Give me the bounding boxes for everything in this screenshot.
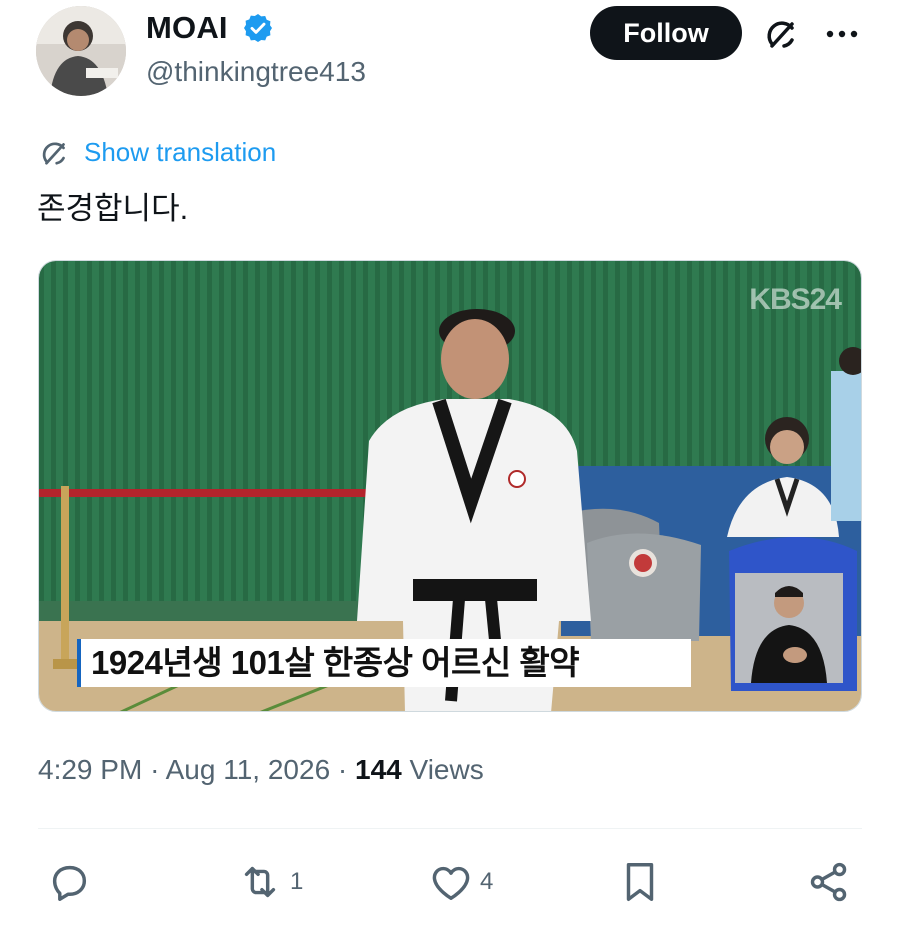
reply-button[interactable] [46, 858, 98, 906]
avatar[interactable] [36, 6, 126, 96]
like-count: 4 [480, 868, 494, 895]
display-name[interactable]: MOAI [146, 8, 228, 48]
repost-button[interactable]: 1 [236, 858, 303, 906]
reply-icon [52, 865, 87, 901]
bookmark-button[interactable] [620, 858, 660, 906]
follow-button[interactable]: Follow [590, 6, 742, 60]
heart-icon [432, 866, 470, 901]
broadcaster-logo: KBS24 [749, 283, 842, 316]
share-button[interactable] [806, 858, 852, 906]
more-icon[interactable] [822, 14, 862, 54]
show-translation-link[interactable]: Show translation [84, 134, 276, 170]
share-icon [810, 862, 847, 902]
tweet-meta: 4:29 PM · Aug 11, 2026 · 144 Views [38, 752, 484, 788]
translate-icon[interactable] [38, 136, 72, 170]
bookmark-icon [626, 863, 654, 901]
views-label: Views [409, 754, 484, 785]
views-count: 144 [355, 754, 402, 785]
user-handle[interactable]: @thinkingtree413 [146, 54, 366, 90]
verified-badge-icon [242, 12, 274, 44]
like-button[interactable]: 4 [428, 858, 493, 906]
sign-language-inset [735, 573, 843, 683]
repost-icon [244, 866, 276, 898]
video-caption: 1924년생 101살 한종상 어르신 활약 [77, 639, 691, 687]
grok-icon[interactable] [762, 14, 802, 54]
tweet-text: 존경합니다. [37, 191, 189, 226]
tweet-date[interactable]: Aug 11, 2026 [166, 754, 331, 785]
tweet-time[interactable]: 4:29 PM [38, 754, 142, 785]
repost-count: 1 [290, 868, 304, 895]
divider [38, 828, 862, 829]
meta-separator: · [150, 754, 160, 785]
meta-separator: · [337, 754, 348, 785]
tweet-video[interactable]: KBS24 1924년생 101살 한종상 어르신 활약 [38, 260, 862, 712]
